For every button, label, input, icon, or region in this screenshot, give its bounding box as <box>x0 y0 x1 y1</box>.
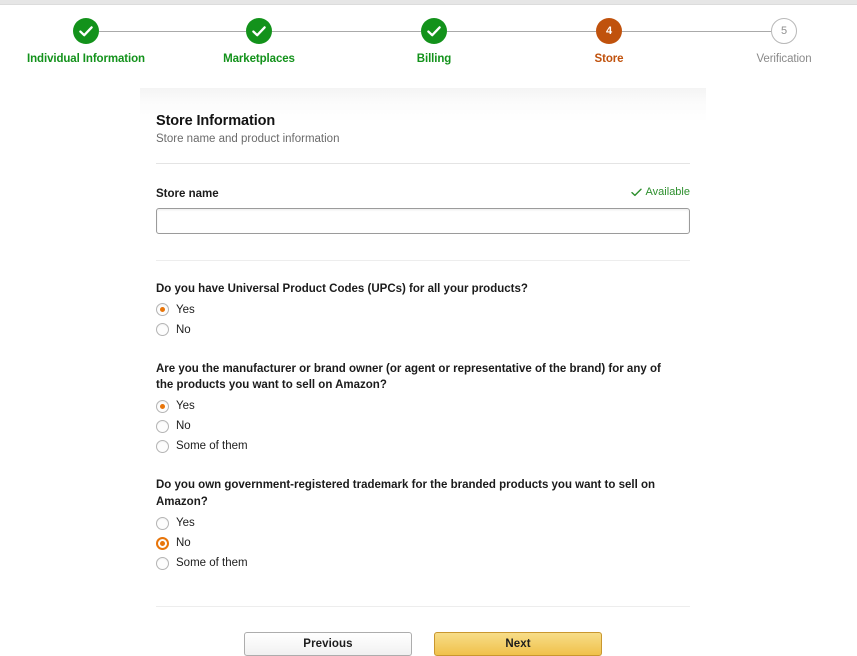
radio-option-no[interactable]: No <box>156 534 690 552</box>
radio-group-2: Yes No Some of them <box>156 397 690 455</box>
previous-button[interactable]: Previous <box>244 632 412 656</box>
question-group-1: Do you have Universal Product Codes (UPC… <box>156 281 690 339</box>
radio-icon[interactable] <box>156 420 169 433</box>
radio-option-some-of-them[interactable]: Some of them <box>156 554 690 572</box>
top-accent-bar <box>0 0 857 5</box>
question-text: Do you have Universal Product Codes (UPC… <box>156 281 680 297</box>
check-icon <box>631 188 642 197</box>
radio-option-label: No <box>176 420 191 432</box>
radio-option-label: No <box>176 324 191 336</box>
step-number: 4 <box>606 26 612 37</box>
step-number-badge: 5 <box>771 18 797 44</box>
check-icon <box>421 18 447 44</box>
form-footer: Previous Next <box>156 632 690 656</box>
question-group-3: Do you own government-registered tradema… <box>156 477 690 572</box>
radio-option-label: Some of them <box>176 440 248 452</box>
radio-icon[interactable] <box>156 303 169 316</box>
radio-option-yes[interactable]: Yes <box>156 301 690 319</box>
check-icon <box>246 18 272 44</box>
store-name-divider <box>156 260 690 261</box>
radio-option-no[interactable]: No <box>156 321 690 339</box>
radio-icon[interactable] <box>156 400 169 413</box>
radio-option-label: Some of them <box>176 557 248 569</box>
stepper-connector-2 <box>272 31 421 32</box>
question-group-2: Are you the manufacturer or brand owner … <box>156 361 690 456</box>
radio-group-1: Yes No <box>156 301 690 339</box>
radio-option-label: Yes <box>176 517 195 529</box>
radio-option-yes[interactable]: Yes <box>156 397 690 415</box>
page-subtitle: Store name and product information <box>156 133 690 145</box>
stepper-step-marketplaces[interactable]: Marketplaces <box>174 18 344 65</box>
stepper-step-label: Store <box>524 53 694 65</box>
next-button[interactable]: Next <box>434 632 602 656</box>
radio-icon[interactable] <box>156 440 169 453</box>
progress-stepper: Individual InformationMarketplaces Billin… <box>0 18 857 76</box>
radio-option-yes[interactable]: Yes <box>156 514 690 532</box>
radio-icon[interactable] <box>156 557 169 570</box>
stepper-connector-3 <box>447 31 596 32</box>
stepper-step-label: Individual Information <box>1 53 171 65</box>
store-name-row: Store name Available <box>156 186 690 200</box>
stepper-step-individual-information[interactable]: Individual Information <box>1 18 171 65</box>
stepper-step-verification[interactable]: 5 Verification <box>699 18 857 65</box>
radio-icon[interactable] <box>156 323 169 336</box>
step-number-badge: 4 <box>596 18 622 44</box>
stepper-step-billing[interactable]: Billing <box>349 18 519 65</box>
stepper-connector-4 <box>622 31 771 32</box>
radio-icon[interactable] <box>156 537 169 550</box>
stepper-step-label: Verification <box>699 53 857 65</box>
stepper-step-label: Marketplaces <box>174 53 344 65</box>
stepper-connector-1 <box>99 31 246 32</box>
header-divider <box>156 163 690 164</box>
store-name-label: Store name <box>156 188 219 200</box>
footer-divider <box>156 606 690 607</box>
question-text: Do you own government-registered tradema… <box>156 477 680 510</box>
radio-option-label: No <box>176 537 191 549</box>
page-title: Store Information <box>156 88 690 129</box>
radio-option-label: Yes <box>176 304 195 316</box>
radio-option-label: Yes <box>176 400 195 412</box>
store-name-availability: Available <box>631 186 690 198</box>
radio-icon[interactable] <box>156 517 169 530</box>
radio-group-3: Yes No Some of them <box>156 514 690 572</box>
question-text: Are you the manufacturer or brand owner … <box>156 361 680 394</box>
stepper-step-store[interactable]: 4 Store <box>524 18 694 65</box>
store-name-input[interactable] <box>156 208 690 234</box>
radio-option-some-of-them[interactable]: Some of them <box>156 437 690 455</box>
store-information-card: Store Information Store name and product… <box>140 88 706 633</box>
stepper-step-label: Billing <box>349 53 519 65</box>
availability-text: Available <box>646 186 690 198</box>
check-icon <box>73 18 99 44</box>
questions-container: Do you have Universal Product Codes (UPC… <box>156 281 690 573</box>
step-number: 5 <box>781 26 787 37</box>
radio-option-no[interactable]: No <box>156 417 690 435</box>
